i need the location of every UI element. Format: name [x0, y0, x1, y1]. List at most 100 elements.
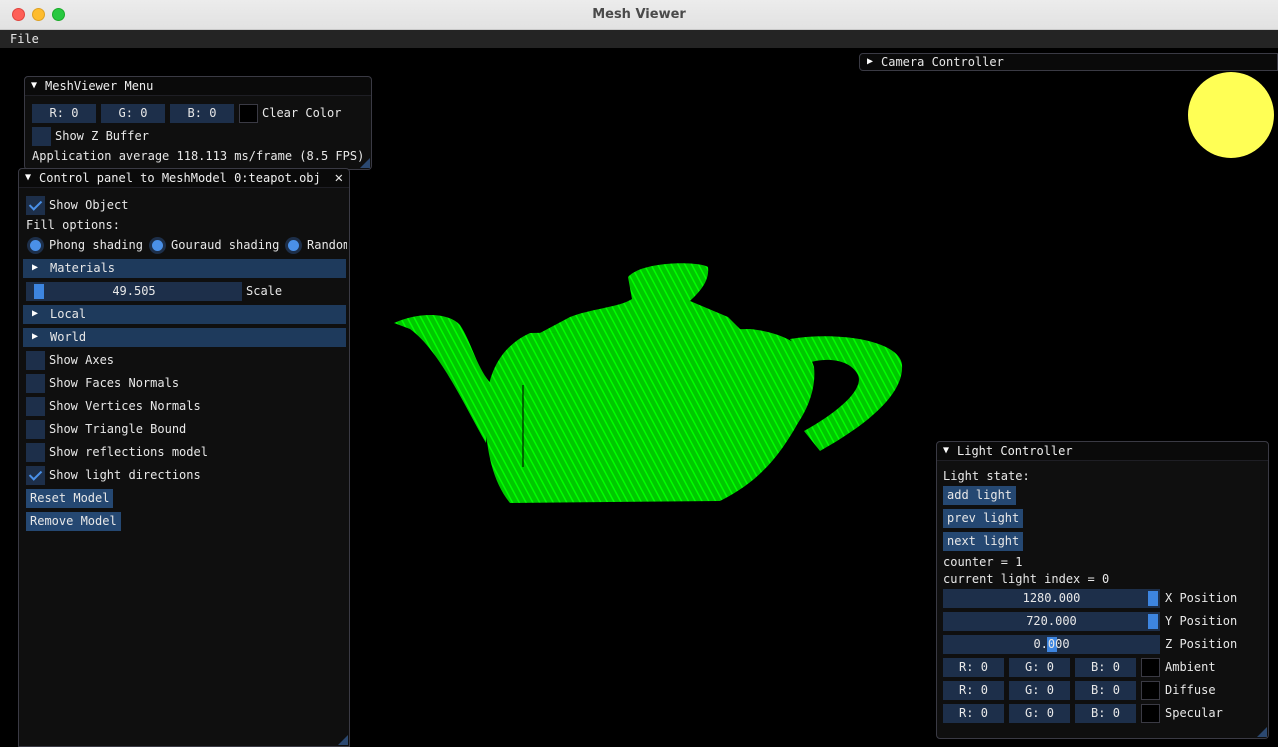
scale-value: 49.505 [112, 284, 156, 298]
resize-grip[interactable] [338, 735, 348, 745]
y-position-label: Y Position [1165, 614, 1238, 628]
radio-gouraud-shading[interactable] [149, 237, 166, 254]
remove-model-button[interactable]: Remove Model [26, 512, 121, 531]
x-position-knob[interactable] [1148, 591, 1158, 606]
current-light-index: current light index = 0 [943, 572, 1110, 586]
control-panel-header[interactable]: ▼ Control panel to MeshModel 0:teapot.ob… [19, 169, 349, 188]
x-position-label: X Position [1165, 591, 1238, 605]
show-object-label: Show Object [49, 198, 129, 212]
z-position-slider[interactable]: 0.000 [943, 635, 1160, 654]
collapse-arrow-icon[interactable]: ▼ [25, 172, 31, 183]
add-light-button[interactable]: add light [943, 486, 1017, 505]
z-position-value: 0.000 [1033, 637, 1070, 651]
scale-slider-knob[interactable] [34, 284, 45, 299]
show-vertices-normals-checkbox[interactable] [26, 397, 45, 416]
clear-color-swatch[interactable] [239, 104, 258, 123]
collapse-arrow-icon[interactable]: ▼ [31, 80, 37, 91]
show-axes-checkbox[interactable] [26, 351, 45, 370]
expand-arrow-icon[interactable]: ▶ [867, 56, 873, 67]
ambient-g[interactable]: G: 0 [1009, 658, 1070, 677]
resize-grip[interactable] [1257, 727, 1267, 737]
close-icon[interactable]: ✕ [335, 170, 343, 186]
materials-header[interactable]: ▶ Materials [23, 259, 346, 278]
window-titlebar: Mesh Viewer [0, 0, 1278, 30]
clear-color-label: Clear Color [262, 106, 342, 120]
diffuse-g[interactable]: G: 0 [1009, 681, 1070, 700]
specular-r[interactable]: R: 0 [943, 704, 1004, 723]
specular-swatch[interactable] [1141, 704, 1160, 723]
scale-slider[interactable]: 49.505 [26, 282, 242, 301]
expand-arrow-icon: ▶ [32, 331, 39, 342]
ambient-b[interactable]: B: 0 [1075, 658, 1136, 677]
local-label: Local [50, 307, 87, 321]
show-reflections-label: Show reflections model [49, 445, 208, 459]
radio-gouraud-label: Gouraud shading [171, 238, 280, 252]
teapot-render [394, 263, 903, 503]
ambient-r[interactable]: R: 0 [943, 658, 1004, 677]
collapse-arrow-icon[interactable]: ▼ [943, 445, 949, 456]
local-header[interactable]: ▶ Local [23, 305, 346, 324]
reset-model-button[interactable]: Reset Model [26, 489, 114, 508]
specular-g[interactable]: G: 0 [1009, 704, 1070, 723]
show-faces-normals-checkbox[interactable] [26, 374, 45, 393]
light-controller-title: Light Controller [957, 444, 1073, 458]
materials-label: Materials [50, 261, 116, 275]
world-header[interactable]: ▶ World [23, 328, 346, 347]
show-object-checkbox[interactable] [26, 196, 45, 215]
show-light-directions-label: Show light directions [49, 468, 201, 482]
show-faces-normals-label: Show Faces Normals [49, 376, 180, 390]
clear-color-g[interactable]: G: 0 [101, 104, 165, 123]
meshviewer-menu-window: ▼ MeshViewer Menu R: 0 G: 0 B: 0 Clear C… [24, 76, 372, 170]
resize-grip[interactable] [360, 158, 370, 168]
window-title: Mesh Viewer [592, 7, 686, 22]
ambient-swatch[interactable] [1141, 658, 1160, 677]
control-panel-title: Control panel to MeshModel 0:teapot.obj [39, 171, 321, 185]
show-triangle-bound-label: Show Triangle Bound [49, 422, 187, 436]
specular-b[interactable]: B: 0 [1075, 704, 1136, 723]
camera-controller-window[interactable]: ▶ Camera Controller [859, 53, 1278, 71]
menu-file[interactable]: File [10, 32, 39, 46]
x-position-slider[interactable]: 1280.000 [943, 589, 1160, 608]
radio-phong-shading[interactable] [27, 237, 44, 254]
show-z-buffer-label: Show Z Buffer [55, 129, 149, 143]
world-label: World [50, 330, 87, 344]
show-vertices-normals-label: Show Vertices Normals [49, 399, 201, 413]
x-position-value: 1280.000 [1022, 591, 1081, 605]
expand-arrow-icon: ▶ [32, 262, 39, 273]
z-position-label: Z Position [1165, 637, 1238, 651]
show-z-buffer-checkbox[interactable] [32, 127, 51, 146]
control-panel-window: ▼ Control panel to MeshModel 0:teapot.ob… [18, 168, 350, 747]
y-position-value: 720.000 [1026, 614, 1077, 628]
light-controller-window: ▼ Light Controller Light state: add ligh… [936, 441, 1269, 739]
next-light-button[interactable]: next light [943, 532, 1024, 551]
show-light-directions-checkbox[interactable] [26, 466, 45, 485]
meshviewer-menu-title: MeshViewer Menu [45, 79, 154, 93]
radio-random[interactable] [285, 237, 302, 254]
radio-random-label: Random [307, 238, 347, 252]
main-menubar: File [0, 30, 1278, 48]
meshviewer-menu-header[interactable]: ▼ MeshViewer Menu [25, 77, 371, 96]
expand-arrow-icon: ▶ [32, 308, 39, 319]
prev-light-button[interactable]: prev light [943, 509, 1024, 528]
fill-options-label: Fill options: [26, 218, 120, 232]
diffuse-label: Diffuse [1165, 683, 1216, 697]
y-position-knob[interactable] [1148, 614, 1158, 629]
y-position-slider[interactable]: 720.000 [943, 612, 1160, 631]
light-controller-header[interactable]: ▼ Light Controller [937, 442, 1268, 461]
show-reflections-checkbox[interactable] [26, 443, 45, 462]
diffuse-r[interactable]: R: 0 [943, 681, 1004, 700]
scale-label: Scale [246, 284, 283, 298]
light-counter: counter = 1 [943, 555, 1023, 569]
clear-color-b[interactable]: B: 0 [170, 104, 234, 123]
radio-phong-label: Phong shading [49, 238, 143, 252]
show-triangle-bound-checkbox[interactable] [26, 420, 45, 439]
clear-color-r[interactable]: R: 0 [32, 104, 96, 123]
teapot-spout [394, 314, 492, 443]
specular-label: Specular [1165, 706, 1223, 720]
diffuse-b[interactable]: B: 0 [1075, 681, 1136, 700]
fps-readout: Application average 118.113 ms/frame (8.… [32, 149, 365, 163]
light-state-label: Light state: [943, 469, 1030, 483]
teapot-lid [540, 263, 742, 333]
light-source-sphere [1188, 72, 1274, 158]
diffuse-swatch[interactable] [1141, 681, 1160, 700]
